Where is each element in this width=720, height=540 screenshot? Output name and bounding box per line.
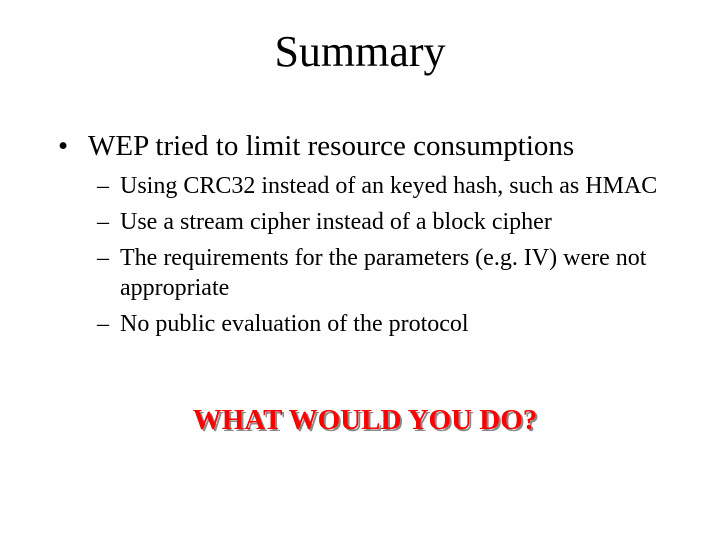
sub-bullet-text: No public evaluation of the protocol (120, 311, 469, 337)
sub-bullet-text: Use a stream cipher instead of a block c… (120, 209, 552, 235)
bullet-marker: • (58, 130, 69, 162)
sub-bullet-marker: – (97, 311, 109, 337)
main-bullet-text: WEP tried to limit resource consumptions (88, 130, 575, 162)
sub-bullet-list: – Using CRC32 instead of an keyed hash, … (97, 171, 677, 345)
sub-bullet-text: Using CRC32 instead of an keyed hash, su… (120, 173, 658, 199)
sub-bullet-marker: – (97, 173, 109, 199)
sub-bullet-item: – Using CRC32 instead of an keyed hash, … (97, 171, 677, 201)
sub-bullet-item: – The requirements for the parameters (e… (97, 243, 677, 303)
slide: Summary • WEP tried to limit resource co… (0, 0, 720, 540)
slide-title: Summary (274, 27, 446, 76)
sub-bullet-marker: – (97, 245, 109, 271)
sub-bullet-item: – Use a stream cipher instead of a block… (97, 207, 677, 237)
sub-bullet-text: The requirements for the parameters (e.g… (120, 245, 647, 301)
sub-bullet-marker: – (97, 209, 109, 235)
sub-bullet-item: – No public evaluation of the protocol (97, 309, 677, 339)
callout-question: WHAT WOULD YOU DO? (192, 404, 538, 436)
